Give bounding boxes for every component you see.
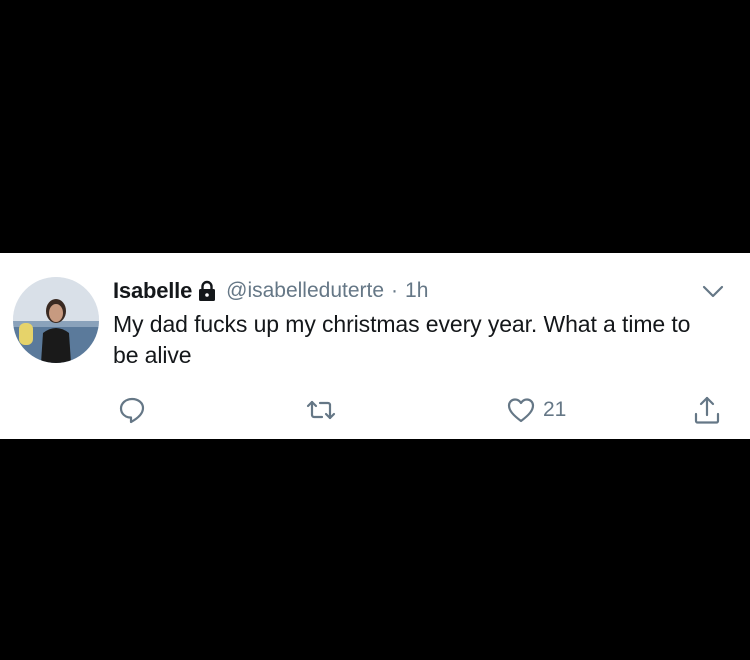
like-button[interactable]: 21 — [507, 393, 566, 427]
avatar-image — [13, 277, 99, 363]
timestamp[interactable]: 1h — [405, 279, 428, 303]
tweet-actions: 21 — [0, 393, 750, 427]
share-icon — [694, 396, 720, 424]
like-count: 21 — [543, 398, 567, 421]
avatar[interactable] — [13, 277, 99, 363]
user-handle[interactable]: @isabelleduterte — [226, 279, 384, 303]
share-button[interactable] — [693, 393, 721, 427]
lock-icon — [198, 280, 216, 302]
retweet-button[interactable] — [305, 393, 337, 427]
display-name[interactable]: Isabelle — [113, 278, 192, 304]
separator-dot: · — [391, 279, 399, 302]
tweet-text: My dad fucks up my christmas every year.… — [113, 311, 691, 368]
tweet-card[interactable]: Isabelle @isabelleduterte · 1h My dad fu… — [0, 253, 750, 439]
reply-button[interactable] — [118, 393, 146, 427]
heart-icon — [507, 398, 535, 423]
tweet-header: Isabelle @isabelleduterte · 1h — [113, 276, 428, 306]
chevron-down-icon[interactable] — [702, 281, 724, 303]
retweet-icon — [306, 400, 336, 420]
reply-icon — [119, 397, 145, 424]
